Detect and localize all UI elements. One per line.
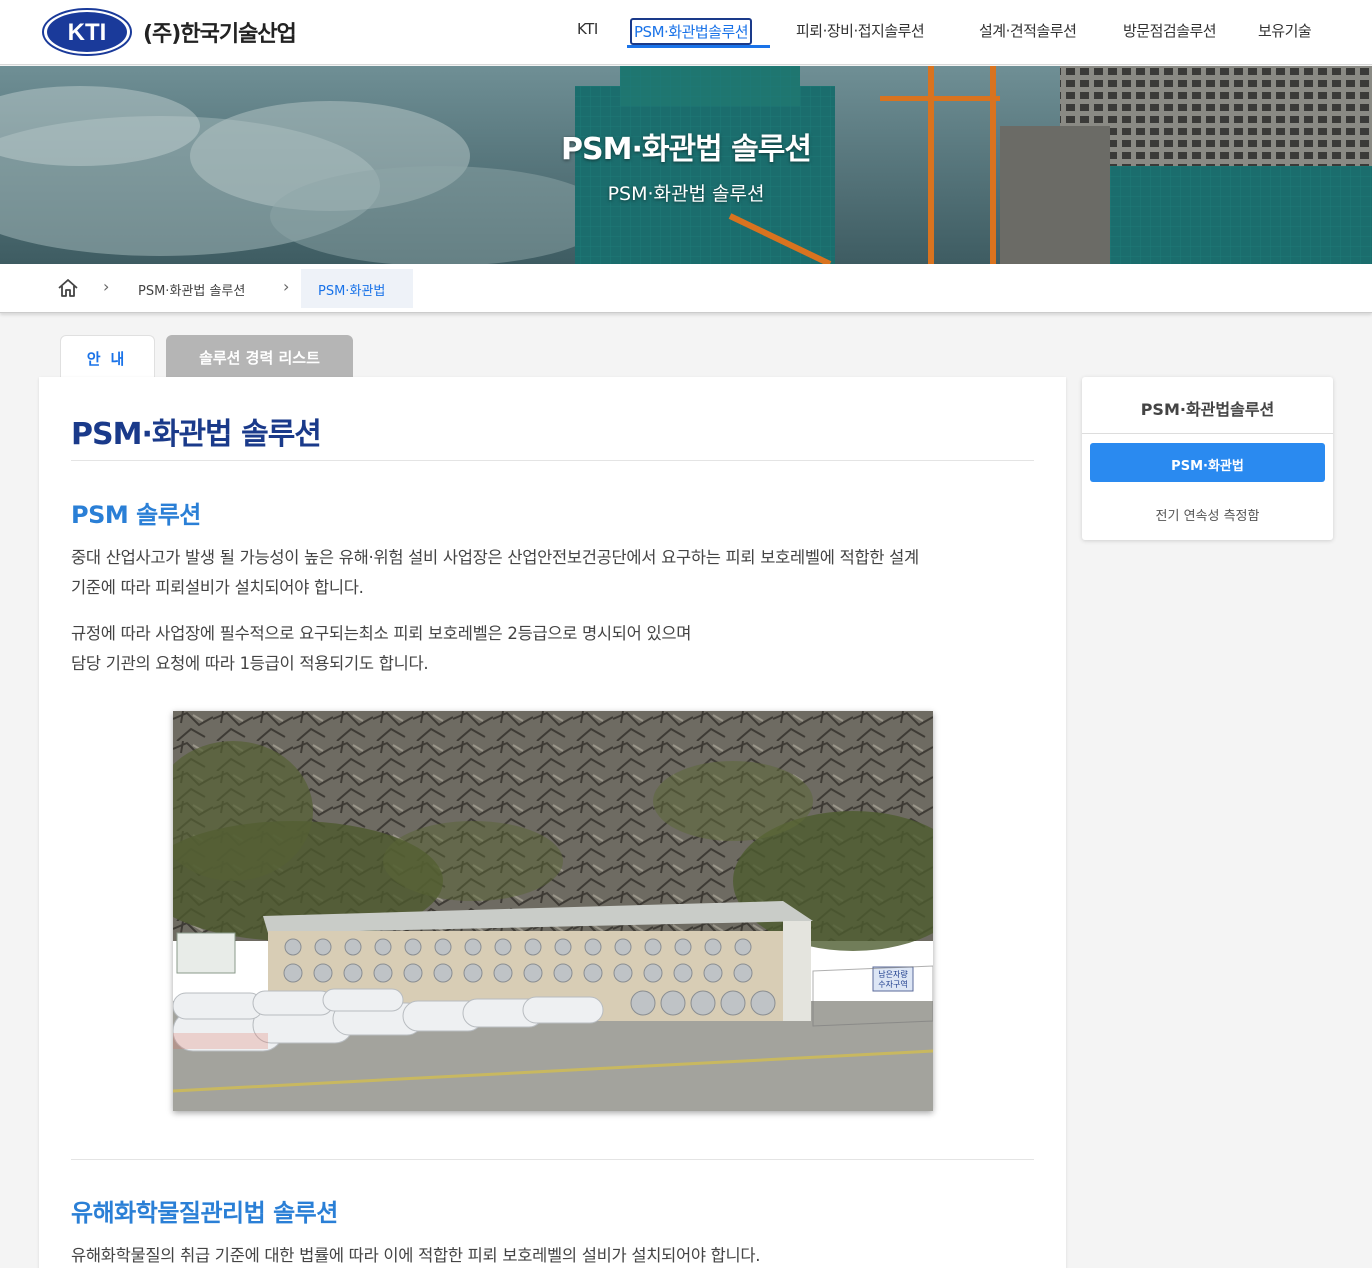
sidebar-item-psm[interactable]: PSM·화관법 xyxy=(1090,443,1325,482)
svg-text:KTI: KTI xyxy=(68,19,107,46)
paragraph-line: 중대 산업사고가 발생 될 가능성이 높은 유해·위험 설비 사업장은 산업안전… xyxy=(71,548,919,567)
sidebar-title: PSM·화관법솔루션 xyxy=(1082,377,1333,434)
company-name[interactable]: (주)한국기술산업 xyxy=(143,16,297,48)
kti-logo[interactable]: KTI xyxy=(42,8,132,56)
sidebar: PSM·화관법솔루션 PSM·화관법 전기 연속성 측정함 xyxy=(1082,377,1333,540)
nav-tech[interactable]: 보유기술 xyxy=(1258,20,1312,41)
tab-guide[interactable]: 안내 xyxy=(60,335,155,378)
nav-kti[interactable]: KTI xyxy=(577,20,598,38)
paragraph-line: 기준에 따라 피뢰설비가 설치되어야 합니다. xyxy=(71,578,364,597)
tab-career-list[interactable]: 솔루션 경력 리스트 xyxy=(166,335,353,378)
section-psm-paragraph-1: 중대 산업사고가 발생 될 가능성이 높은 유해·위험 설비 사업장은 산업안전… xyxy=(71,543,1031,603)
chevron-right-icon: › xyxy=(283,277,290,296)
hero-banner: PSM·화관법 솔루션 PSM·화관법 솔루션 xyxy=(0,66,1372,264)
main-content: PSM·화관법 솔루션 PSM 솔루션 중대 산업사고가 발생 될 가능성이 높… xyxy=(39,377,1066,1268)
breadcrumb: › PSM·화관법 솔루션 › PSM·화관법 xyxy=(0,264,1372,313)
banner-subtitle: PSM·화관법 솔루션 xyxy=(607,183,765,205)
nav-inspection[interactable]: 방문점검솔루션 xyxy=(1123,20,1217,41)
paragraph-line: 담당 기관의 요청에 따라 1등급이 적용되기도 합니다. xyxy=(71,654,429,673)
gas-cylinder-storage-photo: 남은자량 수자구역 xyxy=(173,711,933,1111)
banner-title: PSM·화관법 솔루션 xyxy=(561,132,812,167)
nav-lightning[interactable]: 피뢰·장비·접지솔루션 xyxy=(796,20,925,41)
divider xyxy=(71,460,1034,461)
nav-design[interactable]: 설계·견적솔루션 xyxy=(979,20,1077,41)
storage-sign-line-2: 수자구역 xyxy=(878,979,907,989)
paragraph-line: 규정에 따라 사업장에 필수적으로 요구되는최소 피뢰 보호레벨은 2등급으로 … xyxy=(71,624,692,643)
nav-active-underline xyxy=(627,45,770,48)
section-chemical-title: 유해화학물질관리법 솔루션 xyxy=(71,1199,338,1227)
section-psm-title: PSM 솔루션 xyxy=(71,501,201,529)
divider xyxy=(71,1159,1034,1160)
chevron-right-icon: › xyxy=(103,277,110,296)
section-chemical-paragraph: 유해화학물질의 취급 기준에 대한 법률에 따라 이에 적합한 피뢰 보호레벨의… xyxy=(71,1246,761,1265)
page-title: PSM·화관법 솔루션 xyxy=(71,417,322,452)
sidebar-item-continuity-box[interactable]: 전기 연속성 측정함 xyxy=(1082,505,1333,524)
photo-illustration: 남은자량 수자구역 xyxy=(173,711,933,1111)
storage-sign-line-1: 남은자량 xyxy=(878,969,908,979)
breadcrumb-current[interactable]: PSM·화관법 xyxy=(301,269,413,308)
section-psm-paragraph-2: 규정에 따라 사업장에 필수적으로 요구되는최소 피뢰 보호레벨은 2등급으로 … xyxy=(71,619,1031,679)
home-icon[interactable] xyxy=(57,278,79,298)
nav-psm[interactable]: PSM·화관법솔루션 xyxy=(630,18,753,45)
site-header: KTI (주)한국기술산업 KTI PSM·화관법솔루션 피뢰·장비·접지솔루션… xyxy=(0,0,1372,65)
breadcrumb-link[interactable]: PSM·화관법 솔루션 xyxy=(138,280,245,299)
